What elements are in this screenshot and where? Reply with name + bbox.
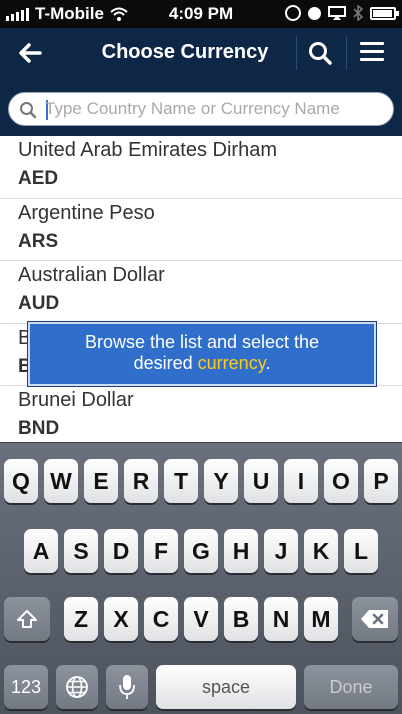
key-t[interactable]: T: [164, 459, 198, 503]
currency-code: AUD: [18, 293, 60, 314]
key-j[interactable]: J: [264, 529, 298, 573]
key-o[interactable]: O: [324, 459, 358, 503]
search-icon[interactable]: [306, 39, 336, 69]
nav-divider: [296, 36, 297, 70]
shift-key[interactable]: [4, 597, 50, 641]
currency-name: United Arab Emirates Dirham: [18, 139, 277, 161]
microphone-icon: [119, 675, 135, 699]
currency-code: AED: [18, 168, 59, 189]
currency-row-ars[interactable]: Argentine Peso ARS: [0, 199, 402, 261]
globe-icon: [66, 676, 88, 698]
nav-bar: Choose Currency: [0, 28, 402, 78]
battery-icon: [370, 6, 399, 20]
alarm-icon: [308, 6, 321, 20]
key-x[interactable]: X: [104, 597, 138, 641]
key-m[interactable]: M: [304, 597, 338, 641]
currency-row-aed[interactable]: United Arab Emirates Dirham AED: [0, 136, 402, 199]
help-tooltip[interactable]: Browse the list and select the desired c…: [28, 322, 376, 386]
key-d[interactable]: D: [104, 529, 138, 573]
magnifier-icon: [20, 102, 37, 119]
key-c[interactable]: C: [144, 597, 178, 641]
key-s[interactable]: S: [64, 529, 98, 573]
tooltip-period: .: [265, 353, 271, 373]
key-l[interactable]: L: [344, 529, 378, 573]
tooltip-line-1: Browse the list and select the: [84, 332, 320, 352]
tooltip-highlight: currency: [197, 353, 266, 373]
key-u[interactable]: U: [244, 459, 278, 503]
currency-search-input[interactable]: [45, 95, 385, 123]
key-b[interactable]: B: [224, 597, 258, 641]
space-key[interactable]: space: [156, 665, 296, 709]
onscreen-keyboard: Q W E R T Y U I O P A S D F G H J K L Z …: [0, 442, 402, 714]
key-a[interactable]: A: [24, 529, 58, 573]
key-w[interactable]: W: [44, 459, 78, 503]
done-key[interactable]: Done: [304, 665, 398, 709]
currency-name: Argentine Peso: [18, 201, 155, 224]
hamburger-menu-icon[interactable]: [360, 42, 384, 64]
microphone-key[interactable]: [106, 665, 148, 709]
key-p[interactable]: P: [364, 459, 398, 503]
currency-name: Brunei Dollar: [18, 389, 134, 411]
airplay-icon: [328, 6, 346, 20]
bluetooth-icon: [353, 5, 363, 21]
rotation-lock-icon: [285, 5, 301, 21]
tooltip-line-2: desired currency.: [30, 353, 374, 374]
currency-list: United Arab Emirates Dirham AED Argentin…: [0, 136, 402, 442]
currency-code: BND: [18, 418, 60, 439]
search-bar: [0, 78, 402, 136]
key-r[interactable]: R: [124, 459, 158, 503]
key-q[interactable]: Q: [4, 459, 38, 503]
currency-row-aud[interactable]: Australian Dollar AUD: [0, 261, 402, 324]
search-box: [8, 92, 394, 126]
key-n[interactable]: N: [264, 597, 298, 641]
currency-name: Australian Dollar: [18, 264, 165, 286]
key-i[interactable]: I: [284, 459, 318, 503]
key-z[interactable]: Z: [64, 597, 98, 641]
key-e[interactable]: E: [84, 459, 118, 503]
backspace-icon: [361, 610, 388, 628]
status-bar: T-Mobile 4:09 PM: [0, 0, 402, 28]
numbers-key[interactable]: 123: [4, 665, 48, 709]
key-h[interactable]: H: [224, 529, 258, 573]
globe-key[interactable]: [56, 665, 98, 709]
key-f[interactable]: F: [144, 529, 178, 573]
key-v[interactable]: V: [184, 597, 218, 641]
key-k[interactable]: K: [304, 529, 338, 573]
tooltip-text: desired: [133, 353, 193, 373]
key-g[interactable]: G: [184, 529, 218, 573]
status-right: [285, 5, 399, 21]
nav-divider: [346, 36, 347, 70]
key-y[interactable]: Y: [204, 459, 238, 503]
backspace-key[interactable]: [352, 597, 398, 641]
shift-arrow-icon: [17, 610, 37, 628]
currency-row-bnd[interactable]: Brunei Dollar BND: [0, 386, 402, 442]
currency-code: ARS: [18, 230, 59, 252]
